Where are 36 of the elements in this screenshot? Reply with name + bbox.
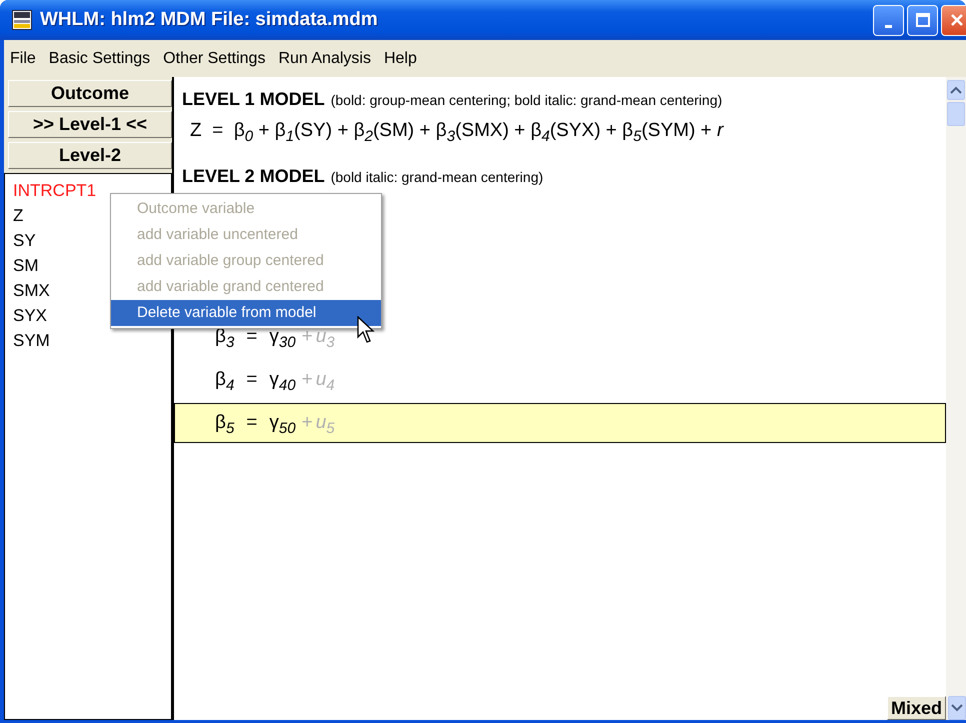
maximize-icon (916, 13, 930, 27)
minimize-button[interactable] (873, 4, 904, 36)
scrollbar[interactable] (946, 77, 966, 720)
section-note: (bold italic: grand-mean centering) (330, 169, 544, 185)
menu-item[interactable]: Basic Settings (44, 50, 160, 68)
section-heading: LEVEL 1 MODEL (182, 89, 325, 110)
level-1-equation: Z = β$_{0}$ + β$_{1}$(SY) + β$_{2}$(SM) + β$_{3}$(SMX) + β$_{4}$(SYX) + β$_{5}$(SYM) + r (189, 120, 724, 142)
level-button[interactable]: Level-2 (8, 142, 172, 169)
variable-item[interactable]: SMX (13, 278, 50, 303)
section-note: (bold: group-mean centering; bold italic: grand-mean centering) (330, 92, 722, 108)
app-icon (12, 10, 32, 30)
mixed-button[interactable]: Mixed (886, 696, 946, 720)
menu-item[interactable]: File (6, 50, 45, 68)
menu-item[interactable]: Help (380, 50, 426, 68)
window-title: WHLM: hlm2 MDM File: simdata.mdm (40, 9, 379, 31)
close-icon (950, 13, 964, 27)
dropdown-icon[interactable] (948, 696, 966, 720)
variable-item[interactable]: SYM (13, 328, 50, 353)
minimize-icon (885, 24, 892, 28)
close-button[interactable] (941, 4, 966, 36)
variable-item[interactable]: SYX (13, 303, 48, 328)
variable-item[interactable]: SY (13, 228, 36, 253)
scroll-up-icon[interactable] (947, 80, 965, 100)
section-heading: LEVEL 2 MODEL (182, 166, 325, 187)
equation-row[interactable]: β$_{4}$ = γ$_{40}$ +u$_{4}$ (174, 360, 946, 400)
scroll-thumb[interactable] (947, 102, 965, 126)
variable-item[interactable]: INTRCPT1 (13, 178, 96, 203)
menu-item[interactable]: Other Settings (159, 50, 274, 68)
selected-equation-row[interactable]: β$_{5}$ = γ$_{50}$ +u$_{5}$ (174, 403, 946, 443)
variable-item[interactable]: Z (13, 203, 24, 228)
variable-item[interactable]: SM (13, 253, 38, 278)
level-button[interactable]: >> Level-1 << (8, 111, 172, 138)
menu-item[interactable]: Run Analysis (274, 50, 380, 68)
level-button[interactable]: Outcome (8, 80, 172, 107)
context-menu-item[interactable]: Delete variable from model (111, 300, 381, 326)
maximize-button[interactable] (907, 4, 938, 36)
